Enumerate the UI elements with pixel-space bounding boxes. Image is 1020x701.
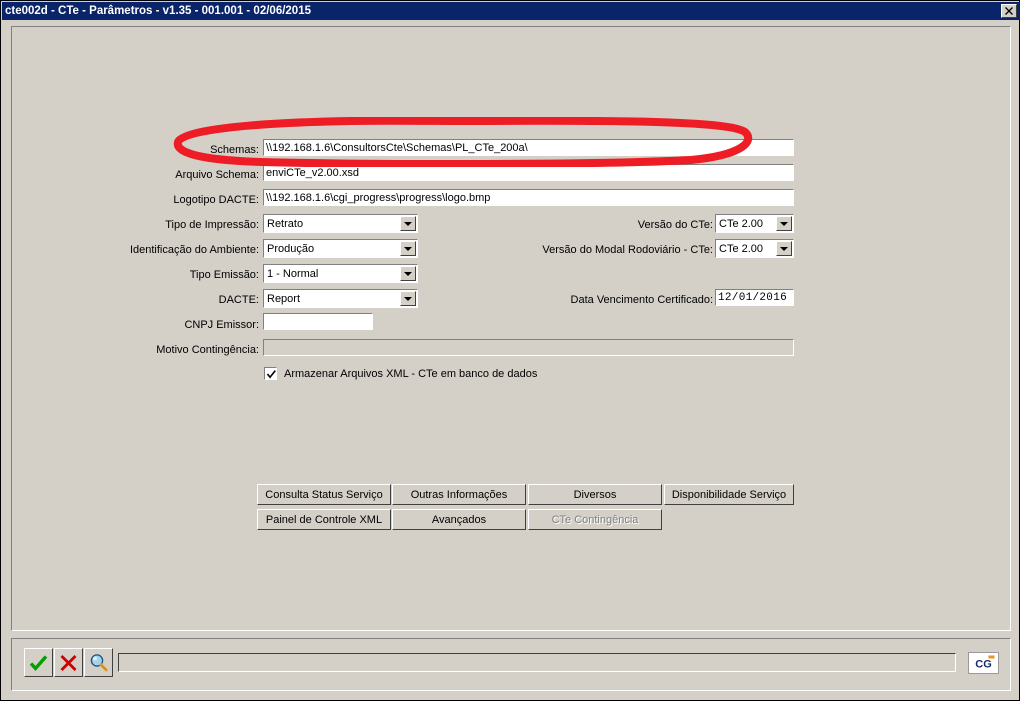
consulta-status-servico-button[interactable]: Consulta Status Serviço bbox=[257, 484, 391, 505]
cnpj-emissor-input[interactable] bbox=[263, 313, 373, 330]
label-versao-cte: Versão do CTe: bbox=[637, 219, 713, 231]
label-motivo-contingencia: Motivo Contingência: bbox=[156, 344, 259, 356]
tipo-impressao-combo[interactable]: Retrato bbox=[263, 214, 418, 233]
outras-informacoes-button[interactable]: Outras Informações bbox=[392, 484, 526, 505]
title-bar: cte002d - CTe - Parâmetros - v1.35 - 001… bbox=[2, 2, 1020, 20]
label-cnpj-emissor: CNPJ Emissor: bbox=[184, 319, 259, 331]
dacte-value: Report bbox=[267, 292, 301, 305]
dacte-combo[interactable]: Report bbox=[263, 289, 418, 308]
window-title: cte002d - CTe - Parâmetros - v1.35 - 001… bbox=[5, 5, 311, 17]
cte-contingencia-button: CTe Contingência bbox=[528, 509, 662, 530]
confirm-button[interactable] bbox=[24, 648, 53, 677]
cg-logo-text: CG bbox=[975, 659, 992, 671]
avancados-button[interactable]: Avançados bbox=[392, 509, 526, 530]
chevron-down-icon[interactable] bbox=[400, 266, 416, 281]
status-input[interactable] bbox=[118, 653, 956, 672]
x-icon bbox=[60, 654, 77, 671]
application-window: cte002d - CTe - Parâmetros - v1.35 - 001… bbox=[0, 0, 1020, 701]
check-icon bbox=[266, 370, 276, 379]
data-vencimento-certificado-input[interactable] bbox=[715, 289, 794, 306]
versao-cte-value: CTe 2.00 bbox=[719, 217, 764, 230]
label-logotipo-dacte: Logotipo DACTE: bbox=[173, 194, 259, 206]
motivo-contingencia-input[interactable] bbox=[263, 339, 794, 356]
cg-logo: CG bbox=[968, 652, 999, 674]
arquivo-schema-input[interactable] bbox=[263, 164, 794, 181]
chevron-down-icon[interactable] bbox=[776, 216, 792, 231]
versao-modal-rodoviario-combo[interactable]: CTe 2.00 bbox=[715, 239, 794, 258]
identificacao-ambiente-value: Produção bbox=[267, 242, 315, 255]
schemas-input[interactable] bbox=[263, 139, 794, 156]
chevron-down-icon[interactable] bbox=[400, 241, 416, 256]
versao-cte-combo[interactable]: CTe 2.00 bbox=[715, 214, 794, 233]
close-button[interactable] bbox=[1001, 4, 1017, 18]
identificacao-ambiente-combo[interactable]: Produção bbox=[263, 239, 418, 258]
tipo-emissao-combo[interactable]: 1 - Normal bbox=[263, 264, 418, 283]
label-schemas: Schemas: bbox=[210, 144, 259, 156]
disponibilidade-servico-button[interactable]: Disponibilidade Serviço bbox=[664, 484, 794, 505]
close-icon bbox=[1005, 7, 1013, 15]
label-data-vencimento-certificado: Data Vencimento Certificado: bbox=[570, 294, 713, 306]
magnifier-icon bbox=[90, 653, 108, 672]
chevron-down-icon[interactable] bbox=[400, 291, 416, 306]
tipo-impressao-value: Retrato bbox=[267, 217, 304, 230]
label-identificacao-ambiente: Identificação do Ambiente: bbox=[129, 244, 259, 256]
tipo-emissao-value: 1 - Normal bbox=[267, 267, 319, 280]
label-tipo-impressao: Tipo de Impressão: bbox=[165, 219, 259, 231]
search-button[interactable] bbox=[84, 648, 113, 677]
logotipo-dacte-input[interactable] bbox=[263, 189, 794, 206]
label-arquivo-schema: Arquivo Schema: bbox=[175, 169, 259, 181]
checkbox-box[interactable] bbox=[264, 367, 277, 380]
check-icon bbox=[29, 654, 48, 671]
label-versao-modal-rodoviario: Versão do Modal Rodoviário - CTe: bbox=[542, 244, 713, 256]
cancel-button[interactable] bbox=[54, 648, 83, 677]
versao-modal-rodoviario-value: CTe 2.00 bbox=[719, 242, 764, 255]
armazenar-xml-checkbox[interactable]: Armazenar Arquivos XML - CTe em banco de… bbox=[264, 367, 537, 380]
chevron-down-icon[interactable] bbox=[400, 216, 416, 231]
checkbox-label: Armazenar Arquivos XML - CTe em banco de… bbox=[284, 367, 538, 380]
label-tipo-emissao: Tipo Emissão: bbox=[189, 269, 259, 281]
chevron-down-icon[interactable] bbox=[776, 241, 792, 256]
cg-logo-icon: CG bbox=[968, 652, 999, 674]
diversos-button[interactable]: Diversos bbox=[528, 484, 662, 505]
label-dacte: DACTE: bbox=[218, 294, 259, 306]
painel-controle-xml-button[interactable]: Painel de Controle XML bbox=[257, 509, 391, 530]
